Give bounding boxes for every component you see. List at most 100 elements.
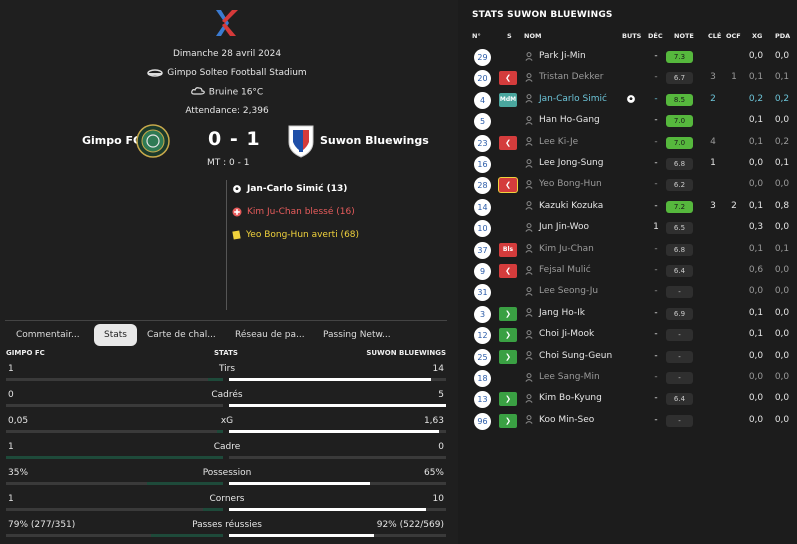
player-name[interactable]: Park Ji-Min bbox=[539, 51, 586, 61]
player-name-cell[interactable]: Kazuki Kozuka bbox=[525, 201, 603, 211]
player-name-cell[interactable]: Jun Jin-Woo bbox=[525, 222, 589, 232]
home-team-name[interactable]: Gimpo FC bbox=[82, 134, 141, 147]
player-name[interactable]: Tristan Dekker bbox=[539, 72, 603, 82]
col-xg[interactable]: XG bbox=[752, 32, 762, 40]
man-of-match-badge: MdM bbox=[499, 92, 517, 107]
player-name[interactable]: Lee Seong-Ju bbox=[539, 286, 598, 296]
player-pda: 0,0 bbox=[774, 329, 790, 340]
player-row[interactable]: 14 Kazuki Kozuka -7.2 3 2 0,1 0,8 bbox=[458, 197, 797, 218]
player-name[interactable]: Fejsal Mulić bbox=[539, 265, 591, 275]
stat-away-bar-fill bbox=[229, 534, 375, 537]
tab-commentary[interactable]: Commentair... bbox=[16, 324, 80, 346]
player-pda: 0,0 bbox=[774, 414, 790, 425]
player-pda: 0,1 bbox=[774, 158, 790, 168]
player-row[interactable]: 20 ❮ Tristan Dekker -6.7 3 1 0,1 0,1 bbox=[458, 68, 797, 89]
player-row[interactable]: 18 Lee Sang-Min - - 0,0 0,0 bbox=[458, 368, 797, 389]
player-name[interactable]: Jun Jin-Woo bbox=[539, 222, 589, 232]
player-name[interactable]: Lee Ki-Je bbox=[539, 137, 578, 147]
player-name-cell[interactable]: Lee Sang-Min bbox=[525, 372, 600, 382]
tab-stats[interactable]: Stats bbox=[94, 324, 137, 346]
player-row[interactable]: 28 ❮ Yeo Bong-Hun -6.2 0,0 0,0 bbox=[458, 175, 797, 196]
player-dec: - bbox=[654, 179, 658, 190]
tab-passing-network[interactable]: Passing Netw... bbox=[323, 324, 391, 346]
player-name[interactable]: Jang Ho-Ik bbox=[539, 308, 585, 318]
football-icon bbox=[232, 184, 242, 194]
player-dec: - bbox=[654, 414, 658, 425]
col-sub[interactable]: S bbox=[507, 32, 512, 40]
player-name-cell[interactable]: Choi Sung-Geun bbox=[525, 351, 612, 361]
player-row[interactable]: 9 ❮ Fejsal Mulić -6.4 0,6 0,0 bbox=[458, 261, 797, 282]
player-name[interactable]: Lee Jong-Sung bbox=[539, 158, 603, 168]
player-pda: 0,0 bbox=[774, 372, 790, 382]
player-name-cell[interactable]: Park Ji-Min bbox=[525, 51, 586, 61]
player-name-cell[interactable]: Kim Bo-Kyung bbox=[525, 393, 602, 403]
player-key-passes: 3 bbox=[710, 200, 716, 211]
player-pda: 0,0 bbox=[774, 115, 790, 126]
player-name-cell[interactable]: Lee Seong-Ju bbox=[525, 286, 598, 296]
player-name[interactable]: Kazuki Kozuka bbox=[539, 201, 603, 211]
player-name-cell[interactable]: Jan-Carlo Simić bbox=[525, 94, 607, 104]
player-name[interactable]: Koo Min-Seo bbox=[539, 415, 594, 425]
away-team-crest[interactable] bbox=[287, 124, 315, 158]
col-ocf[interactable]: OCF bbox=[726, 32, 741, 40]
player-rating: 6.4 bbox=[666, 393, 693, 406]
player-row[interactable]: 4 MdM Jan-Carlo Simić -8.5 2 0,2 0,2 bbox=[458, 90, 797, 111]
player-name-cell[interactable]: Kim Ju-Chan bbox=[525, 244, 594, 254]
player-row[interactable]: 25 ❯ Choi Sung-Geun - - 0,0 0,0 bbox=[458, 347, 797, 368]
player-avatar-icon bbox=[525, 393, 533, 403]
player-name[interactable]: Kim Bo-Kyung bbox=[539, 393, 602, 403]
player-row[interactable]: 10 Jun Jin-Woo 1 6.5 0,3 0,0 bbox=[458, 218, 797, 239]
player-row[interactable]: 5 Han Ho-Gang -7.0 0,1 0,0 bbox=[458, 111, 797, 132]
player-rating: 6.9 bbox=[666, 307, 693, 320]
player-name[interactable]: Han Ho-Gang bbox=[539, 115, 600, 125]
stat-home-bar-fill bbox=[6, 456, 223, 459]
tab-pass-network[interactable]: Réseau de pa... bbox=[235, 324, 305, 346]
col-name[interactable]: NOM bbox=[524, 32, 541, 40]
player-row[interactable]: 29 Park Ji-Min -7.3 0,0 0,0 bbox=[458, 47, 797, 68]
home-team-crest[interactable] bbox=[136, 124, 170, 158]
player-row[interactable]: 16 Lee Jong-Sung -6.8 1 0,0 0,1 bbox=[458, 154, 797, 175]
player-name-cell[interactable]: Koo Min-Seo bbox=[525, 415, 594, 425]
player-name-cell[interactable]: Lee Jong-Sung bbox=[525, 158, 603, 168]
player-row[interactable]: 23 ❮ Lee Ki-Je -7.0 4 0,1 0,2 bbox=[458, 133, 797, 154]
player-name[interactable]: Lee Sang-Min bbox=[539, 372, 600, 382]
stat-row: 1 Corners 10 bbox=[0, 494, 454, 520]
player-name-cell[interactable]: Han Ho-Gang bbox=[525, 115, 600, 125]
col-dec[interactable]: DÉC bbox=[648, 32, 663, 40]
player-name[interactable]: Choi Ji-Mook bbox=[539, 329, 594, 339]
player-number: 31 bbox=[474, 284, 491, 302]
player-name[interactable]: Kim Ju-Chan bbox=[539, 244, 594, 254]
player-xg: 0,6 bbox=[748, 265, 764, 275]
player-dec: - bbox=[654, 372, 658, 382]
player-pda: 0,0 bbox=[774, 393, 790, 404]
player-name-cell[interactable]: Fejsal Mulić bbox=[525, 265, 591, 275]
player-row[interactable]: 31 Lee Seong-Ju - - 0,0 0,0 bbox=[458, 282, 797, 303]
player-row[interactable]: 12 ❯ Choi Ji-Mook - - 0,1 0,0 bbox=[458, 325, 797, 346]
player-number: 23 bbox=[474, 134, 491, 152]
player-name[interactable]: Jan-Carlo Simić bbox=[539, 94, 607, 104]
player-avatar-icon bbox=[525, 72, 533, 82]
player-row[interactable]: 13 ❯ Kim Bo-Kyung -6.4 0,0 0,0 bbox=[458, 389, 797, 410]
col-rating[interactable]: NOTE bbox=[674, 32, 694, 40]
player-name[interactable]: Choi Sung-Geun bbox=[539, 351, 612, 361]
player-row[interactable]: 3 ❯ Jang Ho-Ik -6.9 0,1 0,0 bbox=[458, 304, 797, 325]
player-pda: 0,2 bbox=[774, 93, 790, 104]
player-name-cell[interactable]: Yeo Bong-Hun bbox=[525, 179, 602, 189]
player-xg: 0,0 bbox=[748, 158, 764, 168]
player-row[interactable]: 37 Bls Kim Ju-Chan -6.8 0,1 0,1 bbox=[458, 240, 797, 261]
away-team-name[interactable]: Suwon Bluewings bbox=[320, 134, 429, 147]
col-key-passes[interactable]: CLÉ bbox=[708, 32, 721, 40]
col-goals[interactable]: BUTS bbox=[622, 32, 641, 40]
player-name[interactable]: Yeo Bong-Hun bbox=[539, 179, 602, 189]
col-pda[interactable]: PDA bbox=[775, 32, 790, 40]
tab-heatmap[interactable]: Carte de chal... bbox=[147, 324, 216, 346]
player-name-cell[interactable]: Tristan Dekker bbox=[525, 72, 603, 82]
player-name-cell[interactable]: Jang Ho-Ik bbox=[525, 308, 585, 318]
player-name-cell[interactable]: Lee Ki-Je bbox=[525, 137, 578, 147]
player-name-cell[interactable]: Choi Ji-Mook bbox=[525, 329, 594, 339]
col-number[interactable]: N° bbox=[472, 32, 481, 40]
player-dec: - bbox=[654, 393, 658, 404]
stat-row: 1 Tirs 14 bbox=[0, 364, 454, 390]
player-row[interactable]: 96 ❯ Koo Min-Seo - - 0,0 0,0 bbox=[458, 411, 797, 432]
player-number: 14 bbox=[474, 198, 491, 216]
